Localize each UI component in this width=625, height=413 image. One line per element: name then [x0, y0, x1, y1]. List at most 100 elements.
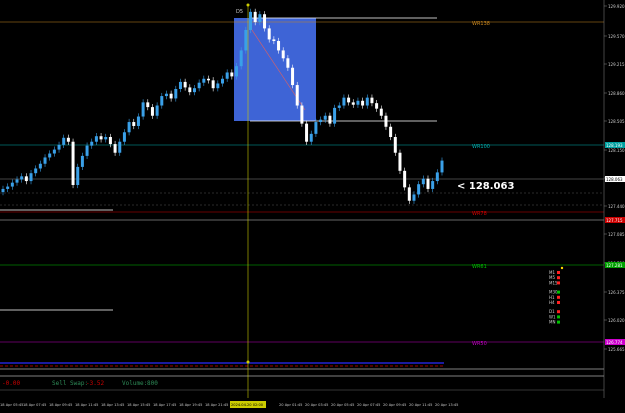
price-tag-label: 128.063 [606, 177, 623, 182]
timeframe-signal [557, 320, 560, 324]
candle-body [295, 85, 299, 106]
candle-body [253, 11, 257, 23]
price-tick-label: 129.920 [608, 4, 625, 9]
candle-body [150, 107, 154, 116]
candle-body [398, 152, 402, 171]
candle-body [80, 155, 84, 167]
timeframe-signal [557, 271, 560, 274]
candle-body [412, 194, 416, 201]
candle-body [431, 181, 435, 189]
cursor-marker [246, 3, 250, 7]
candle-body [99, 136, 103, 140]
candle-body [393, 136, 397, 153]
candle-body [263, 14, 267, 29]
price-tick-label: 128.860 [608, 91, 625, 96]
candle-body [389, 126, 393, 137]
candle-body [421, 178, 425, 185]
candle-body [314, 122, 318, 134]
time-tick-label: 18 Apr 09:45 [49, 403, 72, 407]
candle-body [52, 149, 56, 154]
candle-body [426, 178, 430, 189]
candle-body [122, 132, 126, 142]
price-tag-label: 127.281 [606, 263, 623, 268]
panel-indicator-dot [560, 266, 564, 270]
time-tick-label: 18 Apr 21:45 [205, 403, 228, 407]
candle-body [24, 176, 28, 182]
time-tick-label: 20 Apr 05:45 [331, 403, 354, 407]
price-chart[interactable]: D5 WR138 WR100 WR78 WR61 WR50 129.920 129.570… [0, 0, 625, 409]
candle-body [164, 93, 168, 97]
candle-body [108, 136, 112, 145]
candle-body [347, 97, 351, 103]
chart-window[interactable]: D5 WR138 WR100 WR78 WR61 WR50 129.920 129.570… [0, 0, 625, 409]
candle-body [146, 102, 150, 108]
candle-body [379, 108, 383, 116]
timeframe-signal [557, 310, 560, 314]
candle-body [384, 115, 388, 127]
time-tick-label: 20 Apr 01:45 [279, 403, 302, 407]
candle-body [361, 100, 365, 106]
time-tick-label: 20 Apr 09:45 [383, 403, 406, 407]
candle-body [305, 123, 309, 142]
candle-body [333, 107, 337, 124]
timeframe-label: MN [549, 320, 555, 325]
period-label: D5 [236, 9, 243, 15]
candle-body [300, 105, 304, 124]
candle-body [319, 119, 323, 123]
candle-body [267, 28, 271, 40]
candle-body [113, 144, 117, 153]
candle-body [43, 157, 47, 164]
candle-body [34, 168, 38, 174]
price-tick-label: 128.150 [608, 148, 625, 153]
candle-body [132, 122, 136, 126]
time-tick-label: 20 Apr 03:45 [305, 403, 328, 407]
candle-body [90, 141, 94, 146]
candle-body [225, 72, 229, 79]
time-tick-label: 18 Apr 11:45 [75, 403, 98, 407]
price-tick-label: 129.570 [608, 34, 625, 39]
timeframe-signal [557, 301, 560, 304]
candle-body [29, 173, 33, 182]
timeframe-signal [557, 295, 560, 299]
candle-body [258, 14, 262, 23]
candle-body [351, 102, 355, 105]
sell-swap-value: -3.52 [86, 380, 105, 387]
candle-body [62, 137, 66, 145]
timeframe-signal [557, 276, 560, 280]
candle-body [76, 166, 80, 185]
candle-body [281, 50, 285, 59]
candle-body [94, 136, 98, 142]
candle-body [155, 105, 159, 116]
candle-body [48, 153, 52, 158]
candle-body [169, 93, 173, 99]
candle-body [183, 81, 187, 88]
candle-body [141, 102, 145, 117]
candle-body [328, 115, 332, 124]
price-tag-label: 126.774 [606, 340, 623, 345]
candle-body [435, 172, 439, 182]
timeframe-label: H4 [549, 300, 555, 305]
candle-body [365, 97, 369, 106]
volume-label: Volume: [122, 380, 148, 387]
candle-body [235, 66, 239, 77]
price-tick-label: 129.215 [608, 62, 625, 67]
candle-body [375, 103, 379, 109]
time-tick-label: 20 Apr 07:45 [357, 403, 380, 407]
time-tick-label: 20 Apr 11:45 [409, 403, 432, 407]
level-label: WR50 [472, 341, 487, 347]
candle-body [337, 105, 341, 108]
level-label: WR138 [472, 21, 490, 27]
candle-body [127, 122, 131, 133]
volume-value: 800 [147, 380, 158, 387]
candle-body [286, 58, 290, 68]
candle-body [216, 83, 220, 89]
price-tick-label: 126.020 [608, 318, 625, 323]
candle-body [104, 136, 108, 140]
time-tick-label: 18 Apr 19:45 [179, 403, 202, 407]
candle-body [206, 78, 210, 81]
candle-body [356, 100, 360, 105]
price-tick-label: 127.085 [608, 232, 625, 237]
candle-body [71, 141, 75, 185]
price-tag-label: 127.715 [606, 218, 623, 223]
price-tick-label: 127.440 [608, 204, 625, 209]
